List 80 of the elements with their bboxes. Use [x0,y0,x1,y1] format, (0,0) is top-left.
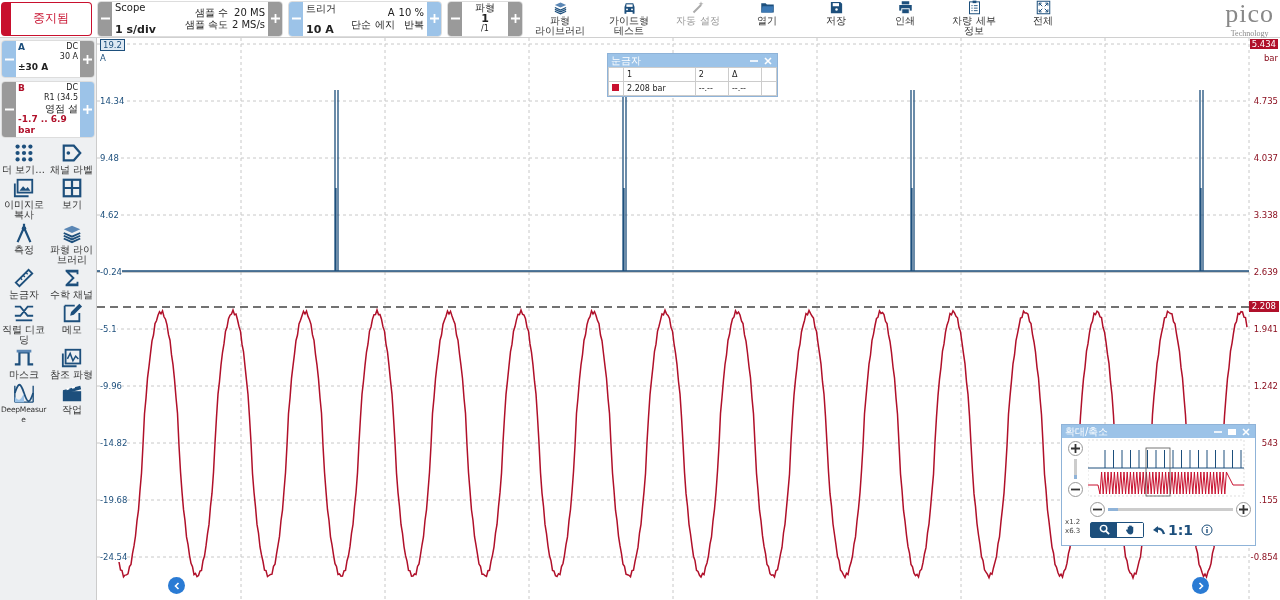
tool-button[interactable]: 더 보기... [0,142,47,175]
panel-title: 확대/축소 [1065,424,1109,439]
tool-button[interactable]: 마스크 [0,347,47,380]
axis-unit: bar [1263,53,1278,63]
tool-button[interactable]: 눈금자 [0,267,47,300]
setting-text: 2 MS/s [231,18,265,31]
tool-button[interactable]: 측정 [0,222,47,265]
axis-label: 2.639 [1253,267,1278,277]
waveform-number[interactable]: 1 [481,12,489,24]
channel-name: A [18,42,25,52]
tool-button[interactable]: 메모 [48,302,95,345]
coupling-text: DC [66,83,78,93]
setting-text: 단순 에지 [351,18,395,31]
reset-zoom-button[interactable]: 1:1 [1152,521,1194,538]
axis-label: 4.62 [100,210,119,220]
channel-unit: bar [18,125,36,136]
axis-label: -0.24 [100,267,122,277]
tool-button[interactable]: 보기 [48,177,95,220]
setting-text: 반복 [404,18,424,31]
axis-label: 19.2 [100,39,125,51]
trigger-label: 트리거 [306,1,336,16]
toolbar-button[interactable]: 차량 세부 정보 [942,0,1006,37]
axis-label: -5.1 [100,324,117,334]
channel-name: B [18,83,25,93]
column-header: 2 [695,67,729,82]
channel-range[interactable]: -1.7 .. 6.9 [18,114,78,125]
axis-label: -24.54 [100,552,128,562]
stopped-button[interactable]: 중지됨 [1,1,92,36]
tool-button[interactable]: 채널 라벨 [48,142,95,175]
channel-range[interactable]: ±30 A [18,62,78,73]
toolbar-button[interactable]: 인쇄 [873,0,937,37]
column-header: 1 [623,67,696,82]
axis-label: -0.854 [1250,552,1278,562]
axis-label: .155 [1259,495,1278,505]
setting-text: 10 % [398,6,424,19]
tool-button[interactable]: 작업 [48,382,95,425]
axis-label: 1.941 [1253,324,1278,334]
table-cell: --.-- [695,81,729,96]
tool-button[interactable]: 직렬 디코딩 [0,302,47,345]
channel-info: R1 (34.5 [43,93,78,103]
coupling-text: DC [66,42,78,52]
logo-subtitle: Technology [1230,29,1269,38]
logo-text: pico [1225,0,1274,29]
axis-label: 9.48 [100,153,119,163]
setting-text: 샘플 속도 [184,18,228,31]
axis-label: 4.735 [1253,96,1278,106]
toolbar-button[interactable]: 열기 [735,0,799,37]
toolbar-button[interactable]: 가이드형 테스트 [597,0,661,37]
setting-text: A [387,6,395,19]
setting-text: 20 MS [234,6,265,19]
table-cell: --.-- [728,81,762,96]
tool-button[interactable]: 이미지로 복사 [0,177,47,220]
channel-info: 영점 설 [44,103,78,114]
tool-button[interactable]: 수학 채널 [48,267,95,300]
panel-title: 눈금자 [611,53,641,68]
axis-label: 3.338 [1253,210,1278,220]
table-cell: 2.208 bar [623,81,696,96]
channel-info: 30 A [59,52,78,62]
axis-label: 4.037 [1253,153,1278,163]
axis-label: 1.242 [1253,381,1278,391]
mode-label: Scope [115,1,147,13]
axis-label: 5.434 [1249,39,1278,49]
waveform-total: /1 [481,23,489,33]
trigger-value[interactable]: 10 A [306,22,336,36]
axis-label: 14.34 [100,96,125,106]
toolbar-button[interactable]: 전체 [1011,0,1075,37]
timebase-value[interactable]: 1 s/div [115,22,156,36]
axis-unit: A [100,53,106,63]
axis-label: -19.68 [100,495,128,505]
tool-button[interactable]: 참조 파형 [48,347,95,380]
waveform-label: 파형 [475,1,495,13]
reference-marker[interactable]: 2.208 [1248,301,1279,312]
column-header: Δ [728,67,762,82]
tool-button[interactable]: 파형 라이브러리 [48,222,95,265]
axis-label: -9.96 [100,381,122,391]
toolbar-button[interactable]: 파형 라이브러리 [528,0,592,37]
setting-text: 샘플 수 [194,6,228,19]
toolbar-button[interactable]: 저장 [804,0,868,37]
axis-label: -14.82 [100,438,128,448]
axis-label: 543 [1261,438,1278,448]
